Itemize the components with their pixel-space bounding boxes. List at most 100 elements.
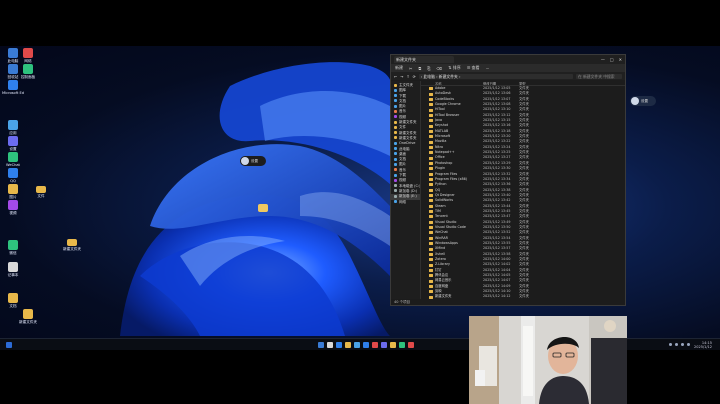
app-icon <box>23 64 33 74</box>
taskbar-app-icon[interactable] <box>372 342 378 348</box>
folder-icon <box>429 113 433 117</box>
app-icon <box>23 309 33 319</box>
up-icon[interactable]: ↑ <box>406 74 409 79</box>
taskbar-app-icon[interactable] <box>408 342 414 348</box>
folder-icon <box>429 220 433 224</box>
folder-icon <box>429 103 433 107</box>
nav-item-icon <box>394 168 397 172</box>
desktop-shortcut[interactable]: 记事本 <box>2 262 24 277</box>
taskbar-app-icon[interactable] <box>399 342 405 348</box>
titlebar[interactable]: 新建文件夹 — □ ✕ <box>391 55 625 64</box>
file-list: 名称 修改日期 类型 Adobe 2025/1/12 13:05 文件夹 AutoDe… <box>421 81 625 299</box>
nav-item-icon <box>394 104 397 108</box>
nav-item-icon <box>394 83 397 87</box>
desktop-folder-icon[interactable]: 新建文件夹 <box>61 239 83 251</box>
toolbar-button[interactable]: ✂ <box>409 66 412 71</box>
folder-icon <box>429 156 433 160</box>
taskbar-app-icon[interactable] <box>354 342 360 348</box>
nav-item-icon <box>394 200 397 204</box>
desktop-shortcut[interactable]: 应用 <box>2 120 24 135</box>
close-button[interactable]: ✕ <box>619 57 622 62</box>
desktop-shortcut[interactable]: WeChat <box>2 152 24 167</box>
column-type[interactable]: 类型 <box>519 82 537 85</box>
toolbar-button[interactable]: ⧉ <box>418 66 421 71</box>
desktop-shortcut[interactable]: 设置 <box>2 136 24 151</box>
minimize-button[interactable]: — <box>601 57 605 62</box>
desktop-shortcut[interactable]: QQ <box>2 168 24 183</box>
folder-icon <box>429 279 433 283</box>
right-badge[interactable]: 设置 <box>630 96 656 106</box>
screen: 此电脑网络回收站控制面板Microsoft Edge应用设置WeChatQQ图片… <box>0 0 720 404</box>
desktop-shortcut[interactable]: 图片 <box>2 184 24 199</box>
search-input[interactable]: 在 新建文件夹 中搜索 <box>576 73 622 79</box>
folder-icon <box>429 210 433 214</box>
toolbar-button[interactable]: ⌫ <box>436 66 442 71</box>
folder-icon <box>429 172 433 176</box>
widgets-icon[interactable] <box>6 342 12 348</box>
breadcrumb[interactable]: › 此电脑 › 新建文件夹 › <box>418 73 573 79</box>
volume-icon[interactable] <box>681 343 684 346</box>
folder-icon <box>429 215 433 219</box>
folder-icon <box>429 151 433 155</box>
desktop-shortcut[interactable]: 网络 <box>17 48 39 63</box>
nav-item-icon <box>394 88 397 92</box>
toolbar-button[interactable]: ··· <box>486 66 490 71</box>
toolbar-button[interactable]: ⇅ 排序 <box>448 65 461 71</box>
nav-item-icon <box>394 162 397 166</box>
desktop-folder-icon[interactable]: 文件 <box>30 186 52 198</box>
folder-icon <box>429 242 433 246</box>
explorer-tab[interactable]: 新建文件夹 <box>394 56 454 63</box>
nav-item-icon <box>394 178 397 182</box>
nav-item-icon <box>394 141 397 145</box>
status-bar: 40 个项目 <box>391 299 625 305</box>
app-icon <box>23 48 33 58</box>
folder-icon <box>429 129 433 133</box>
column-date[interactable]: 修改日期 <box>483 82 519 85</box>
desktop-folder-icon[interactable] <box>252 204 274 213</box>
refresh-icon[interactable]: ⟳ <box>413 74 416 79</box>
profile-badge[interactable]: 设置 <box>240 156 266 166</box>
nav-item[interactable]: 网络 <box>391 200 420 205</box>
desktop-shortcut[interactable]: 新建文件夹 <box>17 309 39 324</box>
app-icon <box>8 136 18 146</box>
app-icon <box>8 152 18 162</box>
taskbar-app-icon[interactable] <box>327 342 333 348</box>
folder-icon <box>429 87 433 91</box>
avatar <box>241 157 249 165</box>
desktop-shortcut[interactable]: Microsoft Edge <box>2 80 24 95</box>
toolbar-button[interactable]: 新建 <box>395 65 403 71</box>
desktop-shortcut[interactable]: 文档 <box>2 293 24 308</box>
toolbar-button[interactable]: ⎘ <box>427 66 430 71</box>
taskbar-app-icon[interactable] <box>336 342 342 348</box>
desktop-shortcut[interactable]: 控制面板 <box>17 64 39 79</box>
taskbar-app-icon[interactable] <box>390 342 396 348</box>
back-icon[interactable]: ← <box>394 74 397 79</box>
chevron-up-icon[interactable] <box>669 343 672 346</box>
forward-icon[interactable]: → <box>400 74 403 79</box>
folder-icon <box>429 284 433 288</box>
taskbar-app-icon[interactable] <box>363 342 369 348</box>
wifi-icon[interactable] <box>675 343 678 346</box>
desktop-shortcut[interactable]: 微信 <box>2 240 24 255</box>
address-bar: ← → ↑ ⟳ › 此电脑 › 新建文件夹 › 在 新建文件夹 中搜索 <box>391 72 625 80</box>
battery-icon[interactable] <box>687 343 690 346</box>
window-controls: — □ ✕ <box>601 57 622 62</box>
folder-icon <box>429 119 433 123</box>
desktop-shortcut[interactable]: 视频 <box>2 200 24 215</box>
app-icon <box>8 240 18 250</box>
start-icon[interactable] <box>318 342 324 348</box>
command-bar: 新建 ✂ ⧉ ⎘ ⌫ ⇅ 排序 ☰ 查看 ··· <box>391 64 625 72</box>
toolbar-button[interactable]: ☰ 查看 <box>467 65 480 71</box>
folder-icon <box>429 145 433 149</box>
file-explorer-window[interactable]: 新建文件夹 — □ ✕ 新建 ✂ ⧉ ⎘ ⌫ ⇅ 排序 ☰ 查看 ··· ← → ↑ ⟳ › … <box>390 54 626 306</box>
clock[interactable]: 14:15 2025/1/12 <box>694 341 712 349</box>
folder-icon <box>429 226 433 230</box>
folder-icon <box>429 258 433 262</box>
column-name[interactable]: 名称 <box>435 82 483 85</box>
maximize-button[interactable]: □ <box>610 57 614 62</box>
folder-icon <box>429 263 433 267</box>
folder-icon <box>429 290 433 294</box>
nav-item-icon <box>394 136 397 140</box>
taskbar-app-icon[interactable] <box>345 342 351 348</box>
taskbar-app-icon[interactable] <box>381 342 387 348</box>
